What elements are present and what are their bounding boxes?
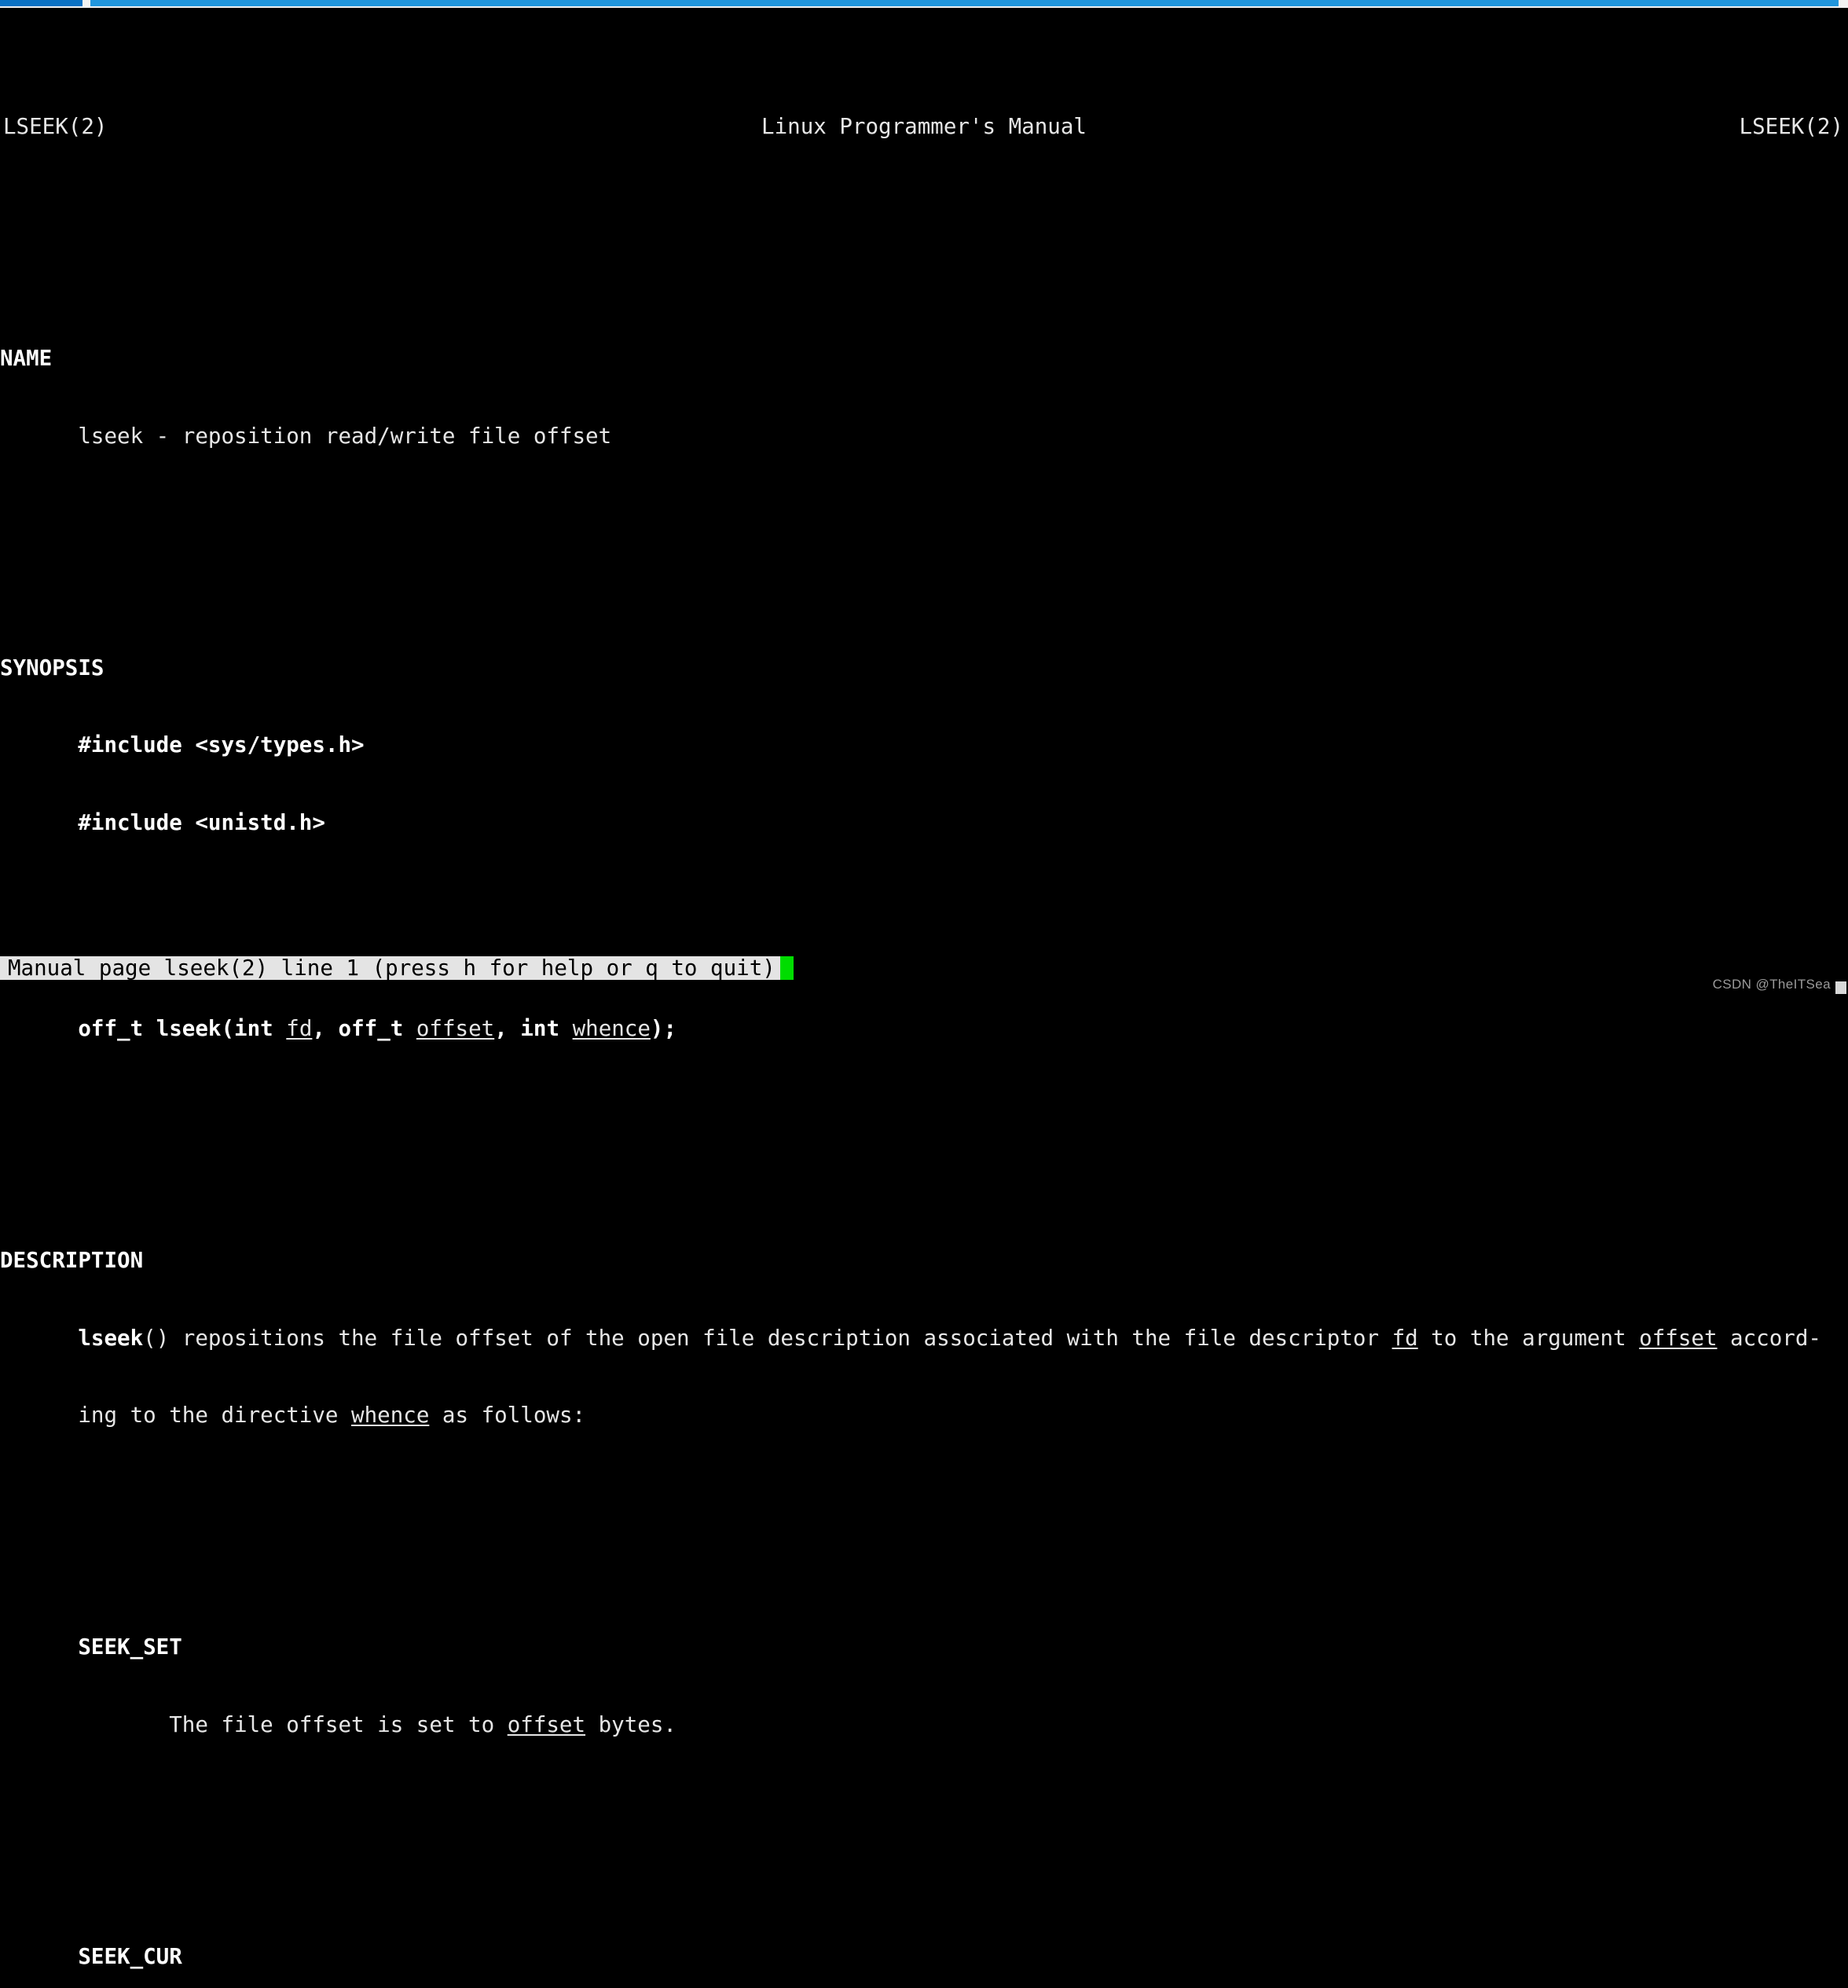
- description-para1-line1: lseek() repositions the file offset of t…: [0, 1326, 1848, 1352]
- seek-set-def-pre: The file offset is set to: [169, 1712, 507, 1737]
- spacer-line: [0, 913, 1848, 939]
- desc-text-1: () repositions the file offset of the op…: [143, 1326, 1392, 1351]
- proto-type-2: off_t: [339, 1016, 416, 1041]
- horizontal-scrollbar[interactable]: [0, 0, 1848, 8]
- desc-func-lseek: lseek: [78, 1326, 143, 1351]
- synopsis-prototype: off_t lseek(int fd, off_t offset, int wh…: [0, 1016, 1848, 1042]
- name-body-text: lseek - reposition read/write file offse…: [78, 424, 611, 449]
- proto-arg-offset: offset: [416, 1016, 494, 1041]
- spacer-line: [0, 526, 1848, 552]
- desc-line2-post: as follows:: [429, 1403, 585, 1428]
- include-sys-types: #include <sys/types.h>: [78, 732, 364, 757]
- watermark-label: CSDN @TheITSea: [1713, 977, 1831, 992]
- name-body-line: lseek - reposition read/write file offse…: [0, 424, 1848, 449]
- proto-type-3: int: [520, 1016, 572, 1041]
- man-page-header: LSEEK(2) Linux Programmer's Manual LSEEK…: [0, 114, 1848, 140]
- synopsis-include-1: #include <sys/types.h>: [0, 732, 1848, 758]
- desc-arg-whence: whence: [351, 1403, 429, 1428]
- desc-text-3: accord-: [1718, 1326, 1821, 1351]
- desc-text-2: to the argument: [1418, 1326, 1639, 1351]
- scrollbar-corner-nub: [1835, 981, 1846, 994]
- man-header-center: Linux Programmer's Manual: [0, 114, 1848, 140]
- section-heading-name: NAME: [0, 346, 1848, 372]
- proto-arg-fd: fd: [286, 1016, 312, 1041]
- man-header-right: LSEEK(2): [1740, 114, 1843, 140]
- scrollbar-thumb[interactable]: [0, 0, 82, 6]
- spacer-line: [0, 217, 1848, 243]
- proto-function-name: lseek: [156, 1016, 222, 1041]
- proto-type-1: int: [234, 1016, 286, 1041]
- seek-cur-label: SEEK_CUR: [78, 1944, 182, 1969]
- proto-separator-2: ,: [494, 1016, 520, 1041]
- spacer-line: [0, 1815, 1848, 1841]
- pager-status-text: Manual page lseek(2) line 1 (press h for…: [0, 956, 780, 980]
- scrollbar-track[interactable]: [90, 0, 1839, 6]
- desc-arg-offset: offset: [1639, 1326, 1717, 1351]
- seek-set-def-post: bytes.: [585, 1712, 676, 1737]
- name-heading-label: NAME: [0, 346, 52, 371]
- term-seek-cur: SEEK_CUR: [0, 1944, 1848, 1970]
- description-heading-label: DESCRIPTION: [0, 1248, 143, 1273]
- desc-arg-fd: fd: [1392, 1326, 1418, 1351]
- include-unistd: #include <unistd.h>: [78, 810, 325, 835]
- terminal-cursor: [780, 956, 794, 980]
- spacer-line: [0, 1119, 1848, 1145]
- seek-set-def-arg: offset: [508, 1712, 585, 1737]
- synopsis-include-2: #include <unistd.h>: [0, 810, 1848, 836]
- term-seek-set: SEEK_SET: [0, 1634, 1848, 1660]
- desc-line2-pre: ing to the directive: [78, 1403, 351, 1428]
- proto-arg-whence: whence: [573, 1016, 651, 1041]
- section-heading-description: DESCRIPTION: [0, 1248, 1848, 1274]
- seek-set-label: SEEK_SET: [78, 1634, 182, 1660]
- section-heading-synopsis: SYNOPSIS: [0, 655, 1848, 681]
- proto-close-paren: );: [651, 1016, 676, 1041]
- synopsis-heading-label: SYNOPSIS: [0, 655, 104, 680]
- proto-separator-1: ,: [312, 1016, 338, 1041]
- proto-return-type: off_t: [78, 1016, 156, 1041]
- pager-status-bar[interactable]: Manual page lseek(2) line 1 (press h for…: [0, 956, 1848, 980]
- terminal-manpage-view[interactable]: LSEEK(2) Linux Programmer's Manual LSEEK…: [0, 8, 1848, 994]
- spacer-line: [0, 1506, 1848, 1531]
- description-para1-line2: ing to the directive whence as follows:: [0, 1403, 1848, 1429]
- def-seek-set: The file offset is set to offset bytes.: [0, 1712, 1848, 1738]
- proto-open-paren: (: [221, 1016, 234, 1041]
